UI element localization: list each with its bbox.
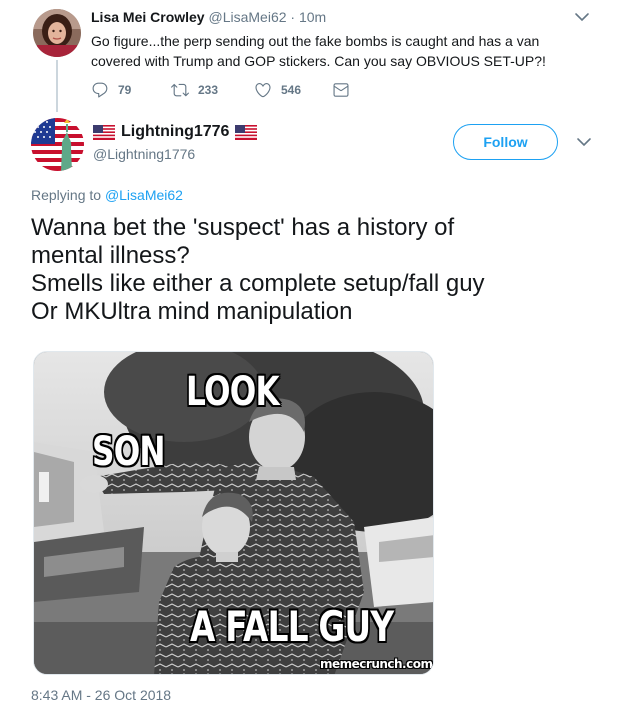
heart-icon xyxy=(255,83,271,98)
author-handle[interactable]: @Lightning1776 xyxy=(93,146,195,162)
us-flag-icon xyxy=(93,124,115,140)
reply-count: 79 xyxy=(118,83,132,97)
tweet-text: Wanna bet the 'suspect' has a history of… xyxy=(31,214,591,326)
replying-to-handle[interactable]: @LisaMei62 xyxy=(105,187,183,203)
meme-watermark: memecrunch.com xyxy=(320,657,433,671)
author-name-row[interactable]: Lightning1776 xyxy=(93,122,258,142)
tweet-timestamp[interactable]: 8:43 AM - 26 Oct 2018 xyxy=(31,687,171,703)
chevron-down-icon[interactable] xyxy=(573,10,591,24)
retweet-icon xyxy=(171,83,189,97)
author-name[interactable]: Lightning1776 xyxy=(121,123,229,141)
retweet-count: 233 xyxy=(198,83,219,97)
meme-image[interactable]: LOOK SON A FALL GUY memecrunch.com xyxy=(33,351,434,675)
meme-caption-top: LOOK xyxy=(186,369,280,415)
author-handle[interactable]: @LisaMei62 xyxy=(208,9,286,25)
like-count: 546 xyxy=(281,83,302,97)
separator-dot: · xyxy=(290,9,296,25)
thread-line xyxy=(56,60,58,112)
like-button[interactable]: 546 xyxy=(254,79,301,101)
replying-to: Replying to @LisaMei62 xyxy=(31,187,183,203)
tweet-text-line: Smells like either a complete setup/fall… xyxy=(31,270,485,297)
tweet-time[interactable]: 10m xyxy=(299,9,326,25)
reply-icon xyxy=(92,82,108,98)
meme-caption-left: SON xyxy=(92,429,166,475)
chevron-down-icon[interactable] xyxy=(575,135,593,149)
meme-caption-bottom: A FALL GUY xyxy=(190,602,394,651)
us-flag-icon xyxy=(235,124,258,140)
reply-button[interactable]: 79 xyxy=(91,79,131,101)
replying-to-label: Replying to xyxy=(31,187,102,203)
follow-button[interactable]: Follow xyxy=(453,124,558,160)
retweet-button[interactable]: 233 xyxy=(171,79,218,101)
parent-tweet-text: Go figure...the perp sending out the fak… xyxy=(91,33,546,69)
parent-tweet[interactable]: Lisa Mei Crowley @LisaMei62 · 10m Go fig… xyxy=(0,0,625,112)
envelope-icon xyxy=(333,83,349,97)
avatar-lightning1776[interactable] xyxy=(31,118,84,171)
author-name[interactable]: Lisa Mei Crowley xyxy=(91,9,205,25)
tweet-text-line: Wanna bet the 'suspect' has a history of xyxy=(31,214,455,241)
tweet-text-line: mental illness? xyxy=(31,242,190,269)
tweet-text-line: Or MKUltra mind manipulation xyxy=(31,298,353,325)
parent-tweet-header: Lisa Mei Crowley @LisaMei62 · 10m xyxy=(91,9,326,25)
avatar-lisa-mei-crowley[interactable] xyxy=(33,9,81,57)
direct-message-button[interactable] xyxy=(332,79,359,101)
